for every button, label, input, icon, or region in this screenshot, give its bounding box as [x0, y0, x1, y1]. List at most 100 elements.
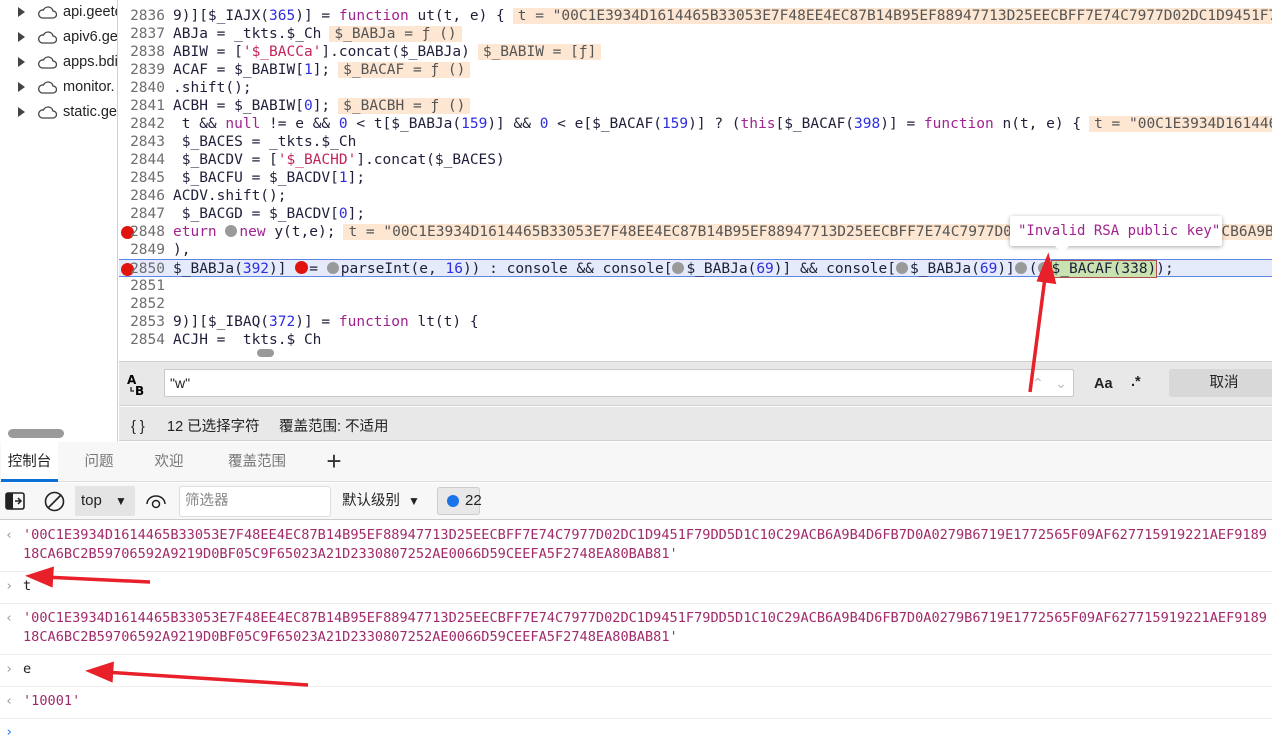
pretty-print-button[interactable]: { }: [131, 407, 145, 447]
line-number[interactable]: 2849: [119, 241, 165, 259]
expand-triangle-icon[interactable]: [18, 7, 25, 17]
horizontal-scrollbar[interactable]: [257, 349, 274, 357]
divider: [0, 718, 1272, 719]
tab-coverage[interactable]: 覆盖范围: [215, 442, 299, 482]
line-number[interactable]: 2847: [119, 205, 165, 223]
replace-toggle-icon[interactable]: AB: [127, 374, 147, 396]
inline-breakpoint-icon[interactable]: [1037, 262, 1050, 274]
code-line[interactable]: 2852: [119, 295, 1272, 313]
code-line[interactable]: 2837 ABJa = _tkts.$_Ch $_BABJa = ƒ (): [119, 25, 1272, 43]
tree-item[interactable]: api.geetest: [18, 0, 117, 24]
tab-issues[interactable]: 问题: [70, 442, 128, 482]
clear-console-icon[interactable]: [44, 491, 65, 512]
regex-button[interactable]: .*: [1131, 374, 1141, 390]
expand-triangle-icon[interactable]: [18, 82, 25, 92]
code-token: '$_BACHD': [277, 152, 357, 168]
code-token: 159: [461, 116, 488, 132]
code-line[interactable]: 2841 ACBH = $_BABIW[0]; $_BACBH = ƒ (): [119, 97, 1272, 115]
line-number[interactable]: 2841: [119, 97, 165, 115]
line-number[interactable]: 2851: [119, 277, 165, 295]
sidebar-toggle-icon[interactable]: [5, 492, 25, 510]
code-token: .shift();: [173, 80, 252, 96]
match-case-button[interactable]: Aa: [1094, 376, 1113, 392]
console-result-entry[interactable]: ‹ '00C1E3934D1614465B33053E7F48EE4EC87B14…: [0, 523, 1272, 571]
inline-value: $_BACAF = ƒ (): [338, 62, 471, 78]
svg-text:B: B: [135, 384, 144, 396]
line-number[interactable]: 2850: [119, 260, 165, 278]
tree-item[interactable]: monitor.: [18, 75, 115, 99]
inline-breakpoint-icon[interactable]: [672, 262, 685, 274]
code-line[interactable]: 2840 .shift();: [119, 79, 1272, 97]
code-line[interactable]: 2838 ABIW = ['$_BACCa'].concat($_BABJa) $_…: [119, 43, 1272, 61]
selected-expression[interactable]: $_BACAF(338): [1050, 260, 1158, 278]
line-number[interactable]: 2837: [119, 25, 165, 43]
code-token: )]: [997, 261, 1015, 277]
code-token: ACDV.shift();: [173, 188, 287, 204]
console-input-entry[interactable]: › e: [0, 657, 1272, 686]
line-number[interactable]: 2852: [119, 295, 165, 313]
expand-triangle-icon[interactable]: [18, 107, 25, 117]
console-output[interactable]: ‹ '00C1E3934D1614465B33053E7F48EE4EC87B14…: [0, 521, 1272, 740]
cancel-button[interactable]: 取消: [1169, 369, 1272, 397]
code-line[interactable]: 2844 $_BACDV = ['$_BACHD'].concat($_BACE…: [119, 151, 1272, 169]
expand-triangle-icon[interactable]: [18, 32, 25, 42]
tree-item[interactable]: apps.bdimg: [18, 50, 117, 74]
inline-breakpoint-icon[interactable]: [896, 262, 908, 274]
status-bar: { } 12 已选择字符 覆盖范围: 不适用: [119, 407, 1272, 441]
inline-breakpoint-icon[interactable]: [1014, 262, 1027, 274]
line-number[interactable]: 2843: [119, 133, 165, 151]
code-line[interactable]: 2845 $_BACFU = $_BACDV[1];: [119, 169, 1272, 187]
inline-breakpoint-icon[interactable]: [326, 262, 339, 274]
tree-scrollbar[interactable]: [8, 429, 64, 438]
line-number[interactable]: 2840: [119, 79, 165, 97]
messages-count-button[interactable]: 22: [437, 487, 482, 515]
line-number[interactable]: 2854: [119, 331, 165, 349]
console-result-entry[interactable]: ‹ '10001': [0, 689, 1272, 718]
log-level-dropdown[interactable]: 默认级别 ▼: [342, 483, 420, 520]
code-token: )] && console[: [773, 261, 896, 277]
line-number[interactable]: 2846: [119, 187, 165, 205]
code-line[interactable]: 2842 t && null != e && 0 < t[$_BABJa(159…: [119, 115, 1272, 133]
console-prompt[interactable]: ›: [0, 723, 1272, 745]
line-number[interactable]: 2848: [119, 223, 165, 241]
code-line[interactable]: 2853 9)][$_IBAQ(372)] = function lt(t) {: [119, 313, 1272, 331]
inline-breakpoint-icon[interactable]: [225, 225, 238, 237]
code-token: $_BABJa(: [173, 261, 243, 277]
code-line[interactable]: 2851: [119, 277, 1272, 295]
code-line[interactable]: 2836 9)][$_IAJX(365)] = function ut(t, e)…: [119, 7, 1272, 25]
line-number[interactable]: 2839: [119, 61, 165, 79]
code-token: 392: [242, 261, 270, 277]
inline-breakpoint-active-icon[interactable]: [295, 261, 309, 274]
line-number[interactable]: 2844: [119, 151, 165, 169]
line-number[interactable]: 2838: [119, 43, 165, 61]
filter-input[interactable]: 筛选器: [179, 486, 331, 517]
code-line[interactable]: 2854 ACJH = tkts.$ Ch: [119, 331, 1272, 349]
next-match-icon[interactable]: ⌄: [1047, 370, 1075, 396]
code-token: ),: [173, 242, 191, 258]
tree-item[interactable]: apiv6.geetest: [18, 25, 117, 49]
line-number[interactable]: 2842: [119, 115, 165, 133]
live-expression-eye-icon[interactable]: [145, 493, 167, 509]
tab-welcome[interactable]: 欢迎: [140, 442, 198, 482]
line-number[interactable]: 2853: [119, 313, 165, 331]
line-number[interactable]: 2845: [119, 169, 165, 187]
code-token: 9)][$_IBAQ(: [173, 314, 270, 330]
expand-triangle-icon[interactable]: [18, 57, 25, 67]
add-tab-button[interactable]: +: [318, 442, 350, 482]
code-line[interactable]: 2839 ACAF = $_BABIW[1]; $_BACAF = ƒ (): [119, 61, 1272, 79]
context-selector[interactable]: top ▼: [75, 486, 135, 516]
tab-console[interactable]: 控制台: [1, 442, 58, 482]
code-line[interactable]: 2843 $_BACES = _tkts.$_Ch: [119, 133, 1272, 151]
prompt-chevron-icon: ›: [5, 724, 14, 740]
code-editor[interactable]: 2836 9)][$_IAJX(365)] = function ut(t, e)…: [119, 0, 1272, 360]
console-input-entry[interactable]: › t: [0, 574, 1272, 603]
code-line[interactable]: 2850 $_BABJa(392)] = parseInt(e, 16)) : c…: [119, 259, 1272, 278]
line-number[interactable]: 2836: [119, 7, 165, 25]
code-token: );: [1156, 261, 1174, 277]
search-input[interactable]: "w": [164, 369, 1074, 397]
tree-item[interactable]: static.geetest: [18, 100, 117, 124]
code-token: parseInt(e,: [340, 261, 446, 277]
code-line[interactable]: 2846 ACDV.shift();: [119, 187, 1272, 205]
console-result-entry[interactable]: ‹ '00C1E3934D1614465B33053E7F48EE4EC87B14…: [0, 606, 1272, 654]
code-text: $_BACES = _tkts.$_Ch: [173, 133, 357, 151]
